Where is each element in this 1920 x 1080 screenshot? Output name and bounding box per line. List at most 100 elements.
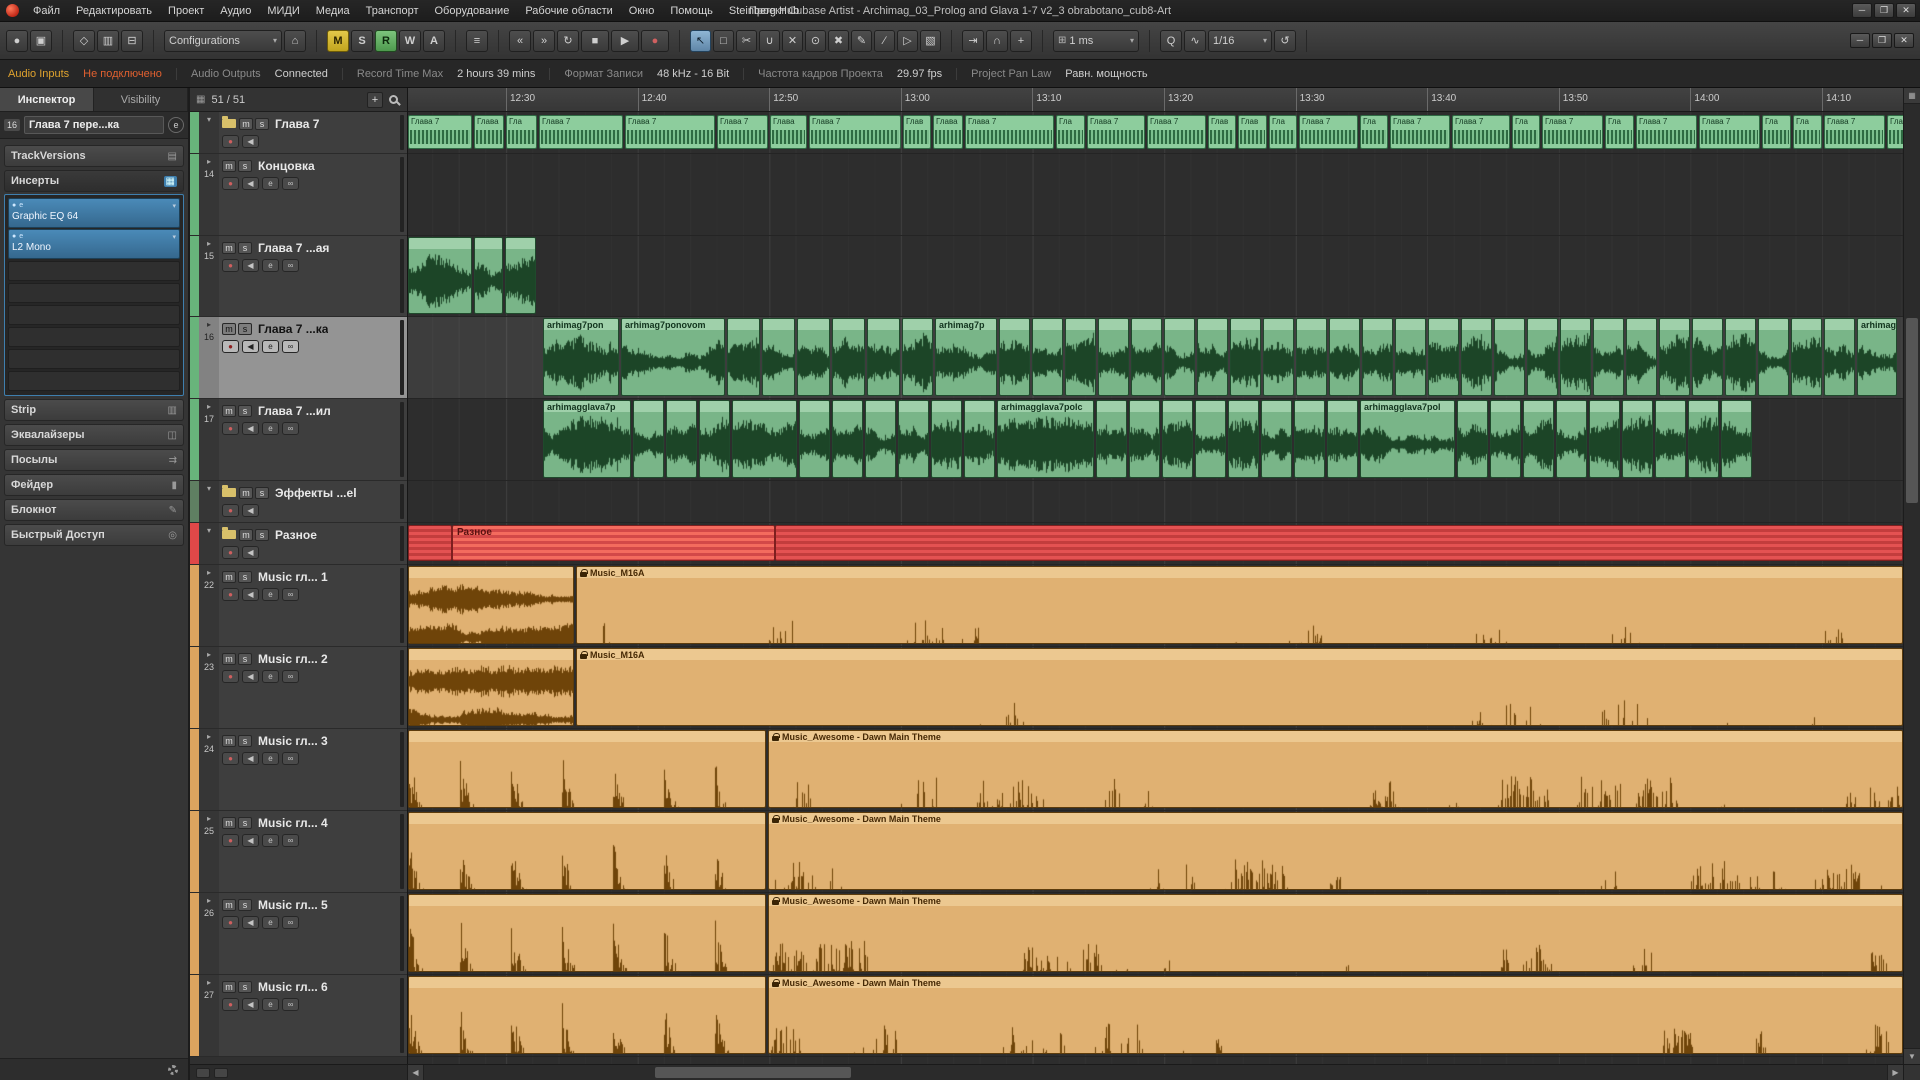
audio-clip[interactable]: Music_M16A [576,648,1903,726]
mute-button[interactable]: m [222,898,236,911]
audio-clip[interactable] [1129,400,1160,478]
audio-clip[interactable]: Глав [903,115,931,149]
object-selection-tool[interactable]: ↖ [690,29,711,52]
freeze-button[interactable]: ∞ [282,259,299,272]
edit-channel-icon[interactable]: e [168,117,184,133]
audio-clip[interactable] [408,894,766,972]
folder-expand-arrow-icon[interactable]: ▾ [207,484,211,494]
audio-clip[interactable] [699,400,730,478]
audio-clip[interactable] [1362,318,1393,396]
audio-clip[interactable] [1523,400,1554,478]
edit-channel-button[interactable]: e [262,588,279,601]
swing-button[interactable]: ∿ [1184,29,1206,52]
audio-clip[interactable]: Гла [1762,115,1791,149]
audio-clip[interactable]: Гла [1056,115,1085,149]
audio-clip[interactable]: arhimagglava7p [543,400,631,478]
audio-clip[interactable] [1261,400,1292,478]
tab-visibility[interactable]: Visibility [94,88,188,111]
menu-item[interactable]: Файл [25,0,68,22]
suspend-automation-button[interactable]: A [423,29,445,52]
mute-button[interactable]: m [222,734,236,747]
tab-inspector[interactable]: Инспектор [0,88,94,111]
audio-clip[interactable]: arhimagglava7polc [997,400,1094,478]
insert-slot-empty[interactable] [8,261,180,281]
solo-button[interactable]: s [238,816,252,829]
audio-clip[interactable] [1457,400,1488,478]
record-arm-button[interactable]: ● [222,177,239,190]
solo-button[interactable]: s [255,528,269,541]
audio-clip[interactable] [1294,400,1325,478]
audio-clip[interactable] [999,318,1030,396]
monitor-button[interactable]: ◀ [242,998,259,1011]
track-expand-arrow-icon[interactable]: ▸ [207,896,211,906]
audio-clip[interactable] [1230,318,1261,396]
solo-button[interactable]: s [238,241,252,254]
audio-clip[interactable] [898,400,929,478]
track-zoom-icon[interactable] [214,1067,228,1078]
audio-clip[interactable] [1622,400,1653,478]
audio-clip[interactable] [1556,400,1587,478]
audio-clip[interactable]: arhimag7p [935,318,997,396]
insert-edit-icon[interactable]: e [19,202,23,209]
audio-clip[interactable] [799,400,830,478]
audio-clip[interactable]: Глава 7 [1299,115,1358,149]
edit-channel-button[interactable]: e [262,752,279,765]
freeze-button[interactable]: ∞ [282,916,299,929]
audio-clip[interactable] [1164,318,1195,396]
scroll-down-icon[interactable]: ▼ [1904,1048,1920,1064]
audio-clip[interactable] [505,237,536,314]
split-tool[interactable]: ✂ [736,29,757,52]
audio-clip[interactable]: Глава 7 [717,115,768,149]
gear-icon[interactable] [168,1064,178,1075]
solo-all-button[interactable]: S [351,29,373,52]
mute-button[interactable]: m [222,241,236,254]
audio-clip[interactable] [1162,400,1193,478]
mute-button[interactable]: m [222,652,236,665]
audio-clip[interactable] [1560,318,1591,396]
audio-clip[interactable] [408,812,766,890]
audio-clip[interactable] [931,400,962,478]
audio-clip[interactable] [1758,318,1789,396]
audio-clip[interactable]: Гла [1269,115,1297,149]
quantize-q-button[interactable]: Q [1160,29,1182,52]
edit-channel-button[interactable]: e [262,670,279,683]
solo-button[interactable]: s [238,980,252,993]
mute-button[interactable]: m [239,528,253,541]
maximize-button[interactable]: ❐ [1874,3,1894,18]
menu-item[interactable]: Окно [621,0,663,22]
audio-clip[interactable]: Music_Awesome - Dawn Main Theme [768,812,1903,890]
monitor-button[interactable]: ◀ [242,504,259,517]
audio-clip[interactable] [1096,400,1127,478]
audio-clip[interactable]: Music_Awesome - Dawn Main Theme [768,730,1903,808]
audio-clip[interactable] [1228,400,1259,478]
quantize-preset-dropdown[interactable]: 1/16 ▾ [1208,29,1272,52]
audio-clip[interactable] [1626,318,1657,396]
audio-clip[interactable]: Music_Awesome - Dawn Main Theme [768,894,1903,972]
audio-clip[interactable]: Глава [770,115,807,149]
audio-clip[interactable] [732,400,797,478]
play-tool[interactable]: ▷ [897,29,918,52]
audio-clip[interactable]: Гла [1360,115,1388,149]
mute-tool[interactable]: ✖ [828,29,849,52]
audio-clip[interactable] [1098,318,1129,396]
audio-clip[interactable] [1197,318,1228,396]
iterative-quantize-button[interactable]: ↺ [1274,29,1296,52]
audio-clip[interactable] [1327,400,1358,478]
audio-clip[interactable]: Гла [1512,115,1540,149]
grid-type-dropdown[interactable]: ⊞ 1 ms ▾ [1053,29,1139,52]
inspector-section-fader[interactable]: Фейдер ▮ [4,474,184,496]
glue-tool[interactable]: ∪ [759,29,780,52]
edit-channel-button[interactable]: e [262,916,279,929]
add-track-button[interactable]: + [367,91,383,108]
inspector-section-trackversions[interactable]: TrackVersions ▤ [4,145,184,167]
audio-clip[interactable] [1296,318,1327,396]
audio-clip[interactable]: arhimag7ponovom [621,318,725,396]
menu-item[interactable]: МИДИ [259,0,307,22]
audio-clip[interactable]: Music_Awesome - Dawn Main Theme [768,976,1903,1054]
audio-clip[interactable]: Глава 7 [1824,115,1885,149]
vertical-scroll-thumb[interactable] [1906,318,1918,503]
solo-button[interactable]: s [255,117,269,130]
inspector-section-sends[interactable]: Посылы ⇉ [4,449,184,471]
line-tool[interactable]: ∕ [874,29,895,52]
track-expand-arrow-icon[interactable]: ▸ [207,650,211,660]
